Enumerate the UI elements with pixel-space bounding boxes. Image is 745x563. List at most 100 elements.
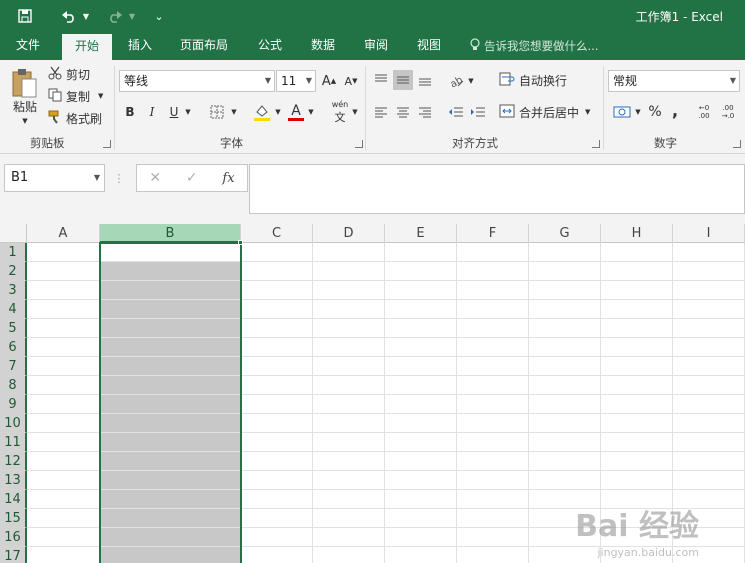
column-header-f[interactable]: F	[457, 224, 529, 243]
tab-page-layout[interactable]: 页面布局	[172, 32, 236, 60]
font-launcher-icon[interactable]	[355, 140, 363, 148]
fill-handle[interactable]	[238, 240, 243, 245]
column-header-b[interactable]: B	[100, 224, 241, 243]
tab-insert[interactable]: 插入	[118, 32, 162, 60]
font-color-button[interactable]: A	[286, 101, 306, 123]
copy-dropdown-icon[interactable]: ▼	[98, 92, 103, 100]
column-header-i[interactable]: I	[673, 224, 745, 243]
merge-dropdown-icon[interactable]: ▼	[585, 108, 590, 116]
wrap-text-button[interactable]: 自动换行	[499, 70, 573, 90]
accounting-dropdown-icon[interactable]: ▼	[633, 106, 643, 118]
accounting-format-icon[interactable]	[611, 102, 633, 122]
column-header-a[interactable]: A	[27, 224, 100, 243]
row-header-11[interactable]: 11	[0, 433, 27, 452]
enter-icon[interactable]: ✓	[186, 170, 198, 186]
row-header-13[interactable]: 13	[0, 471, 27, 490]
number-format-select[interactable]: 常规 ▼	[608, 70, 740, 92]
formula-input[interactable]	[249, 164, 745, 214]
copy-button[interactable]: 复制 ▼	[48, 87, 108, 105]
align-bottom-icon[interactable]	[415, 70, 435, 90]
font-size-select[interactable]: 11 ▼	[276, 70, 316, 92]
customize-qa-icon[interactable]: ⌄	[150, 6, 168, 26]
bold-button[interactable]: B	[121, 102, 139, 122]
font-group-label: 字体	[220, 136, 243, 150]
cancel-icon[interactable]: ✕	[149, 170, 161, 186]
row-header-4[interactable]: 4	[0, 300, 27, 319]
tell-me-box[interactable]: 告诉我您想要做什么...	[470, 38, 598, 54]
paste-icon[interactable]	[6, 66, 42, 100]
column-header-h[interactable]: H	[601, 224, 673, 243]
orientation-dropdown-icon[interactable]: ▼	[466, 75, 476, 87]
tab-home[interactable]: 开始	[62, 34, 112, 60]
font-name-select[interactable]: 等线 ▼	[119, 70, 275, 92]
column-header-d[interactable]: D	[313, 224, 385, 243]
row-header-12[interactable]: 12	[0, 452, 27, 471]
align-middle-icon[interactable]	[393, 70, 413, 90]
clipboard-launcher-icon[interactable]	[103, 140, 111, 148]
font-color-dropdown-icon[interactable]: ▼	[306, 106, 316, 118]
comma-button[interactable]: ,	[668, 100, 682, 120]
paste-label[interactable]: 粘贴	[8, 98, 42, 114]
worksheet-grid[interactable]: ABCDEFGHI 1 2 3 4 5 6 7 8 9 10 11 12 13 14 15 16 17 Bai …	[0, 224, 745, 563]
tab-data[interactable]: 数据	[301, 32, 345, 60]
borders-dropdown-icon[interactable]: ▼	[229, 106, 239, 118]
alignment-launcher-icon[interactable]	[592, 140, 600, 148]
fill-color-dropdown-icon[interactable]: ▼	[273, 106, 283, 118]
tab-formulas[interactable]: 公式	[248, 32, 292, 60]
percent-button[interactable]: %	[646, 102, 664, 122]
decrease-decimal-icon[interactable]: .00 →.0	[718, 102, 738, 122]
column-header-e[interactable]: E	[385, 224, 457, 243]
increase-decimal-icon[interactable]: ←0.00	[694, 102, 714, 122]
align-right-icon[interactable]	[415, 102, 435, 122]
italic-button[interactable]: I	[143, 102, 161, 122]
number-launcher-icon[interactable]	[733, 140, 741, 148]
increase-indent-icon[interactable]	[468, 102, 488, 122]
row-header-14[interactable]: 14	[0, 490, 27, 509]
underline-dropdown-icon[interactable]: ▼	[183, 106, 193, 118]
copy-icon	[48, 88, 62, 105]
row-header-3[interactable]: 3	[0, 281, 27, 300]
tab-view[interactable]: 视图	[407, 32, 451, 60]
row-header-7[interactable]: 7	[0, 357, 27, 376]
align-center-icon[interactable]	[393, 102, 413, 122]
insert-function-icon[interactable]: fx	[222, 171, 234, 186]
tab-file[interactable]: 文件	[6, 32, 50, 60]
fill-color-icon[interactable]	[251, 101, 273, 123]
decrease-indent-icon[interactable]	[446, 102, 466, 122]
wrap-text-icon	[499, 72, 515, 89]
phonetic-dropdown-icon[interactable]: ▼	[350, 106, 360, 118]
row-header-5[interactable]: 5	[0, 319, 27, 338]
tell-me-text: 告诉我您想要做什么...	[484, 39, 599, 53]
row-header-17[interactable]: 17	[0, 547, 27, 563]
tab-review[interactable]: 审阅	[354, 32, 398, 60]
save-icon[interactable]	[14, 6, 36, 26]
merge-center-button[interactable]: 合并后居中 ▼	[499, 102, 599, 122]
undo-dropdown-icon[interactable]: ▼	[80, 6, 92, 26]
row-header-10[interactable]: 10	[0, 414, 27, 433]
column-header-c[interactable]: C	[241, 224, 313, 243]
column-header-g[interactable]: G	[529, 224, 601, 243]
align-top-icon[interactable]	[371, 70, 391, 90]
more-icon: ⋮	[113, 171, 125, 185]
phonetic-guide-button[interactable]: wén 文	[330, 100, 350, 124]
row-header-2[interactable]: 2	[0, 262, 27, 281]
undo-icon[interactable]	[58, 6, 80, 26]
name-box[interactable]: B1 ▼	[4, 164, 105, 192]
select-all-corner[interactable]	[0, 224, 27, 243]
row-header-15[interactable]: 15	[0, 509, 27, 528]
align-left-icon[interactable]	[371, 102, 391, 122]
shrink-font-button[interactable]: A ▼	[342, 72, 360, 90]
orientation-icon[interactable]: ab	[446, 70, 466, 90]
underline-button[interactable]: U	[165, 102, 183, 122]
row-header-16[interactable]: 16	[0, 528, 27, 547]
chevron-down-icon[interactable]: ▼	[94, 165, 100, 191]
format-painter-button[interactable]: 格式刷	[48, 109, 106, 127]
cut-button[interactable]: 剪切	[48, 65, 98, 83]
row-header-9[interactable]: 9	[0, 395, 27, 414]
row-header-6[interactable]: 6	[0, 338, 27, 357]
row-header-8[interactable]: 8	[0, 376, 27, 395]
paste-dropdown-icon[interactable]: ▼	[20, 116, 30, 126]
grow-font-button[interactable]: A ▲	[320, 72, 338, 90]
row-header-1[interactable]: 1	[0, 243, 27, 262]
borders-icon[interactable]	[207, 102, 227, 122]
